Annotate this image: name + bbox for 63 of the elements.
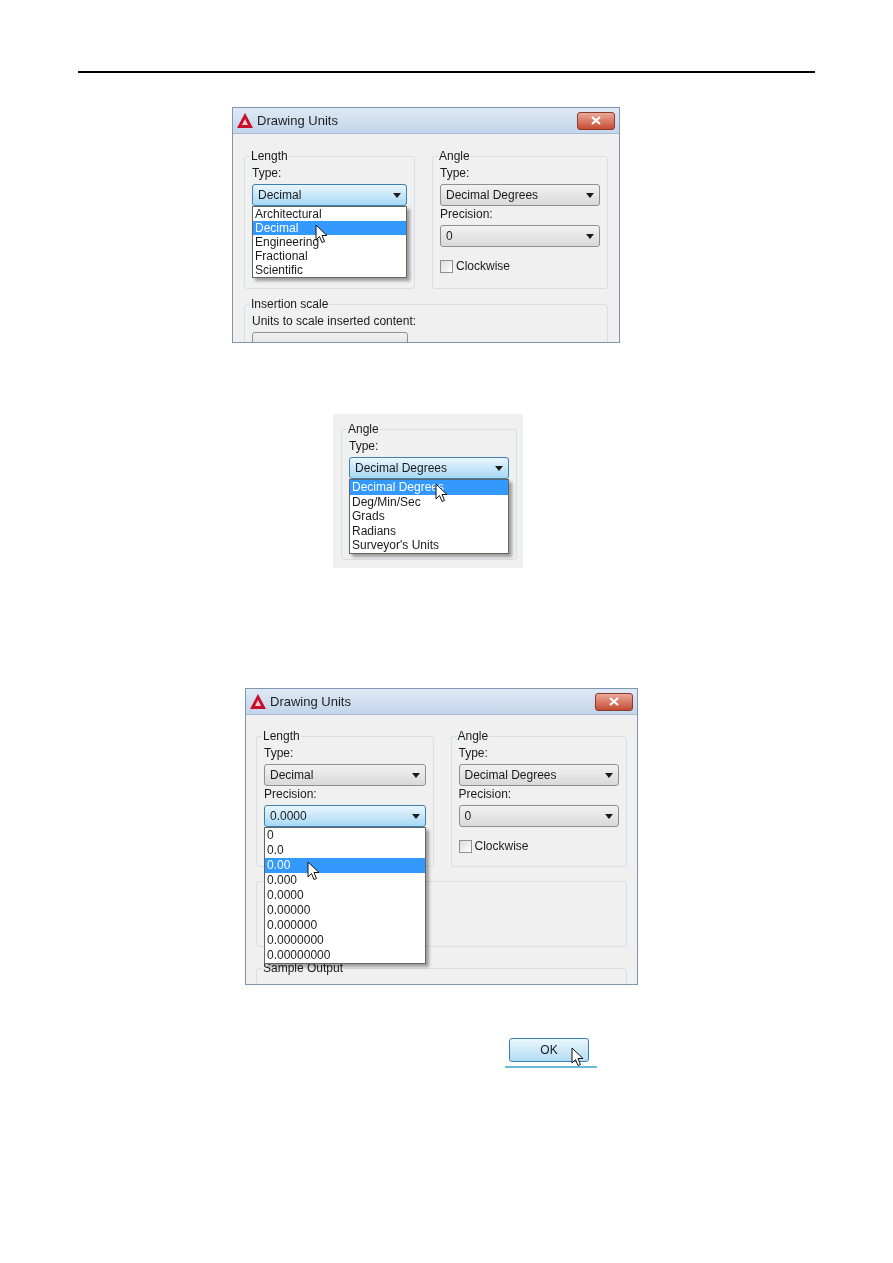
group-label: Length: [250, 148, 289, 165]
close-button[interactable]: [577, 111, 615, 130]
close-icon: [609, 697, 619, 706]
caret-icon: [586, 192, 594, 198]
dropdown-option[interactable]: 0.0000000: [265, 933, 425, 948]
dropdown-option[interactable]: Scientific: [253, 263, 406, 277]
field-label: Type:: [264, 746, 295, 761]
group-label: Length: [262, 728, 301, 745]
dropdown-option[interactable]: 0.000000: [265, 918, 425, 933]
dropdown-option[interactable]: Deg/Min/Sec: [350, 494, 508, 510]
field-label: Precision:: [440, 207, 494, 222]
close-button[interactable]: [595, 692, 633, 711]
app-logo-icon: [250, 694, 266, 709]
mouse-pointer-icon: [307, 861, 320, 881]
type-dropdown[interactable]: Decimal: [252, 184, 407, 206]
window-title: Drawing Units: [270, 692, 351, 711]
checkbox[interactable]: [440, 259, 453, 273]
field-label: Type:: [440, 166, 471, 181]
field-label: Type:: [458, 746, 489, 761]
dropdown-option[interactable]: 0.000: [265, 873, 425, 888]
dropdown-option[interactable]: Grads: [350, 509, 508, 524]
dropdown-option[interactable]: Architectural: [253, 207, 406, 221]
dropdown-option[interactable]: Radians: [350, 523, 508, 539]
field-label: Type:: [252, 166, 283, 181]
mouse-pointer-icon: [571, 1047, 584, 1067]
dropdown-option[interactable]: Engineering: [253, 235, 406, 249]
group-label: Angle: [438, 148, 471, 165]
type-dropdown[interactable]: Decimal: [264, 764, 426, 786]
dropdown-option[interactable]: Fractional: [253, 249, 406, 263]
group-label: Sample Output: [262, 960, 345, 977]
precision-dropdown[interactable]: 0.0000: [264, 805, 426, 827]
dropdown-option[interactable]: 0.0000: [265, 888, 425, 903]
caret-icon: [393, 192, 401, 198]
caret-icon: [586, 233, 594, 239]
group-label: Angle: [347, 421, 380, 438]
dropdown-option[interactable]: Surveyor's Units: [350, 538, 508, 553]
app-logo-icon: [237, 113, 253, 128]
type-dropdown[interactable]: Decimal Degrees: [458, 764, 619, 786]
dropdown-option[interactable]: 0.0: [265, 843, 425, 858]
field-label: Precision:: [458, 787, 513, 802]
dropdown-option[interactable]: 0.00000000: [265, 948, 425, 963]
caret-icon: [605, 813, 613, 819]
dropdown-option[interactable]: 0: [265, 828, 425, 843]
type-dropdown[interactable]: Decimal Degrees: [440, 184, 600, 206]
close-icon: [591, 116, 601, 125]
checkbox[interactable]: [458, 839, 472, 853]
precision-dropdown[interactable]: 0: [458, 805, 619, 827]
precision-dropdown[interactable]: 0: [440, 225, 600, 247]
group-label: Angle: [456, 728, 490, 745]
checkbox-label: Clockwise: [456, 258, 511, 275]
checkbox-label: Clockwise: [474, 838, 529, 855]
window-title: Drawing Units: [257, 111, 338, 130]
ok-button[interactable]: OK: [509, 1038, 589, 1062]
type-dropdown[interactable]: Decimal Degrees: [349, 457, 509, 479]
caret-icon: [411, 772, 420, 778]
field-label: Units to scale inserted content:: [252, 314, 418, 329]
dropdown-option[interactable]: 0.00000: [265, 903, 425, 918]
caret-icon: [495, 465, 503, 471]
group-label: Insertion scale: [250, 296, 330, 313]
caret-icon: [411, 813, 420, 819]
field-label: Precision:: [264, 787, 318, 802]
caret-icon: [605, 772, 613, 778]
field-label: Type:: [349, 439, 380, 454]
